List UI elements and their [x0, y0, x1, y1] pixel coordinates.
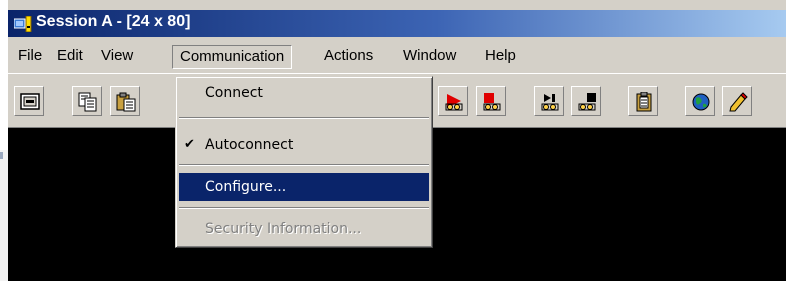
menu-separator [179, 207, 429, 209]
edit-icon [729, 92, 748, 112]
stop-macro-icon [483, 93, 501, 111]
clipboard-button[interactable] [628, 86, 658, 116]
title-bar[interactable]: Session A - [24 x 80] [8, 10, 786, 37]
menu-item-label: Security Information... [205, 221, 362, 237]
checkmark-icon: ✔ [184, 137, 195, 152]
display-button[interactable] [14, 86, 44, 116]
menu-item-label: Configure... [205, 179, 287, 195]
menu-item-connect[interactable]: Connect [179, 81, 429, 105]
menu-help[interactable]: Help [479, 45, 522, 69]
macro-button[interactable] [571, 86, 601, 116]
paste-icon [116, 92, 136, 112]
stop-macro-button[interactable] [476, 86, 506, 116]
menu-file[interactable]: File [12, 45, 48, 69]
macro-icon [578, 93, 596, 111]
copy-icon [78, 92, 97, 112]
menu-separator [179, 117, 429, 119]
record-macro-button[interactable] [438, 86, 468, 116]
menu-item-label: Connect [205, 85, 263, 101]
menu-communication[interactable]: Communication [172, 45, 293, 69]
play-macro-button[interactable] [534, 86, 564, 116]
clipboard-icon [636, 92, 652, 112]
communication-menu: Connect ✔ Autoconnect Configure... Secur… [175, 76, 433, 248]
menu-bar: File Edit View Communication Actions Win… [8, 37, 786, 73]
record-macro-icon [445, 94, 463, 111]
paste-button[interactable] [110, 86, 140, 116]
session-app-icon[interactable] [13, 15, 32, 33]
desktop-mark [0, 152, 3, 159]
menu-edit[interactable]: Edit [51, 45, 89, 69]
globe-button[interactable] [685, 86, 715, 116]
desktop-strip [0, 150, 8, 281]
window-title: Session A - [24 x 80] [36, 13, 191, 30]
menu-window[interactable]: Window [397, 45, 462, 69]
menu-actions[interactable]: Actions [318, 45, 379, 69]
menu-item-security-information: Security Information... [179, 217, 429, 241]
copy-button[interactable] [72, 86, 102, 116]
menu-item-label: Autoconnect [205, 137, 294, 153]
menu-item-autoconnect[interactable]: ✔ Autoconnect [179, 133, 429, 157]
globe-icon [692, 93, 710, 111]
menu-item-configure[interactable]: Configure... [179, 173, 429, 201]
edit-button[interactable] [722, 86, 752, 116]
display-icon [20, 93, 40, 110]
play-macro-icon [541, 94, 559, 111]
menu-separator [179, 164, 429, 166]
menu-view[interactable]: View [95, 45, 139, 69]
